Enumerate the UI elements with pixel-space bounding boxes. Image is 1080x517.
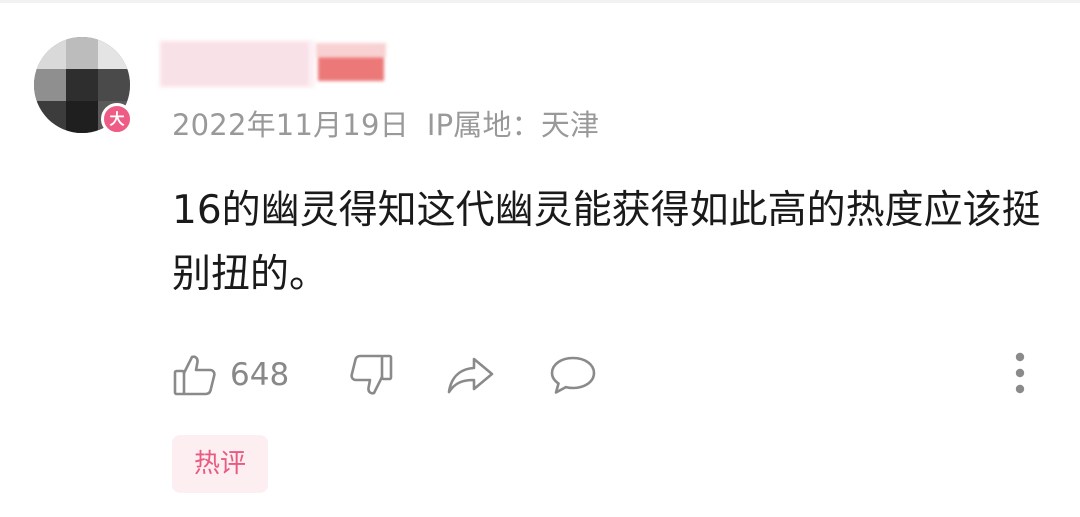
comment-meta: 2022年11月19日 IP属地：天津 <box>172 102 599 144</box>
dislike-button[interactable] <box>348 353 394 397</box>
thumbs-down-icon <box>348 353 394 397</box>
reply-button[interactable] <box>548 353 598 397</box>
comment-date: 2022年11月19日 <box>172 108 409 142</box>
more-vertical-icon <box>1008 350 1032 396</box>
share-button[interactable] <box>446 353 496 397</box>
ip-location: 天津 <box>540 108 600 142</box>
avatar-mosaic-tile <box>34 37 66 69</box>
avatar-mosaic-tile <box>98 69 130 101</box>
comment-bubble-icon <box>548 353 598 397</box>
like-count: 648 <box>230 357 290 393</box>
user-tag-blur <box>316 43 386 57</box>
username-blur <box>310 41 314 87</box>
level-badge: 大 <box>101 103 133 135</box>
more-options-button[interactable] <box>1008 351 1032 395</box>
username-blur <box>160 41 310 87</box>
comment-text: 16的幽灵得知这代幽灵能获得如此高的热度应该挺别扭的。 <box>172 188 1041 297</box>
thumbs-up-icon <box>172 353 218 397</box>
avatar-mosaic-tile <box>66 37 98 69</box>
comment-card: 大 2022年11月19日 IP属地：天津 16的幽灵得知这代幽灵能获得如此高的热… <box>0 0 1080 517</box>
avatar-mosaic-tile <box>66 101 98 133</box>
avatar-mosaic-tile <box>34 69 66 101</box>
share-icon <box>446 353 496 397</box>
like-button[interactable]: 648 <box>172 353 289 397</box>
hot-comment-tag: 热评 <box>172 435 268 493</box>
avatar-mosaic-tile <box>98 37 130 69</box>
user-tag-blur <box>318 57 384 81</box>
ip-location-label: IP属地： <box>426 108 541 142</box>
avatar-mosaic-tile <box>34 101 66 133</box>
avatar-mosaic-tile <box>66 69 98 101</box>
user-tag-badge <box>316 43 386 85</box>
